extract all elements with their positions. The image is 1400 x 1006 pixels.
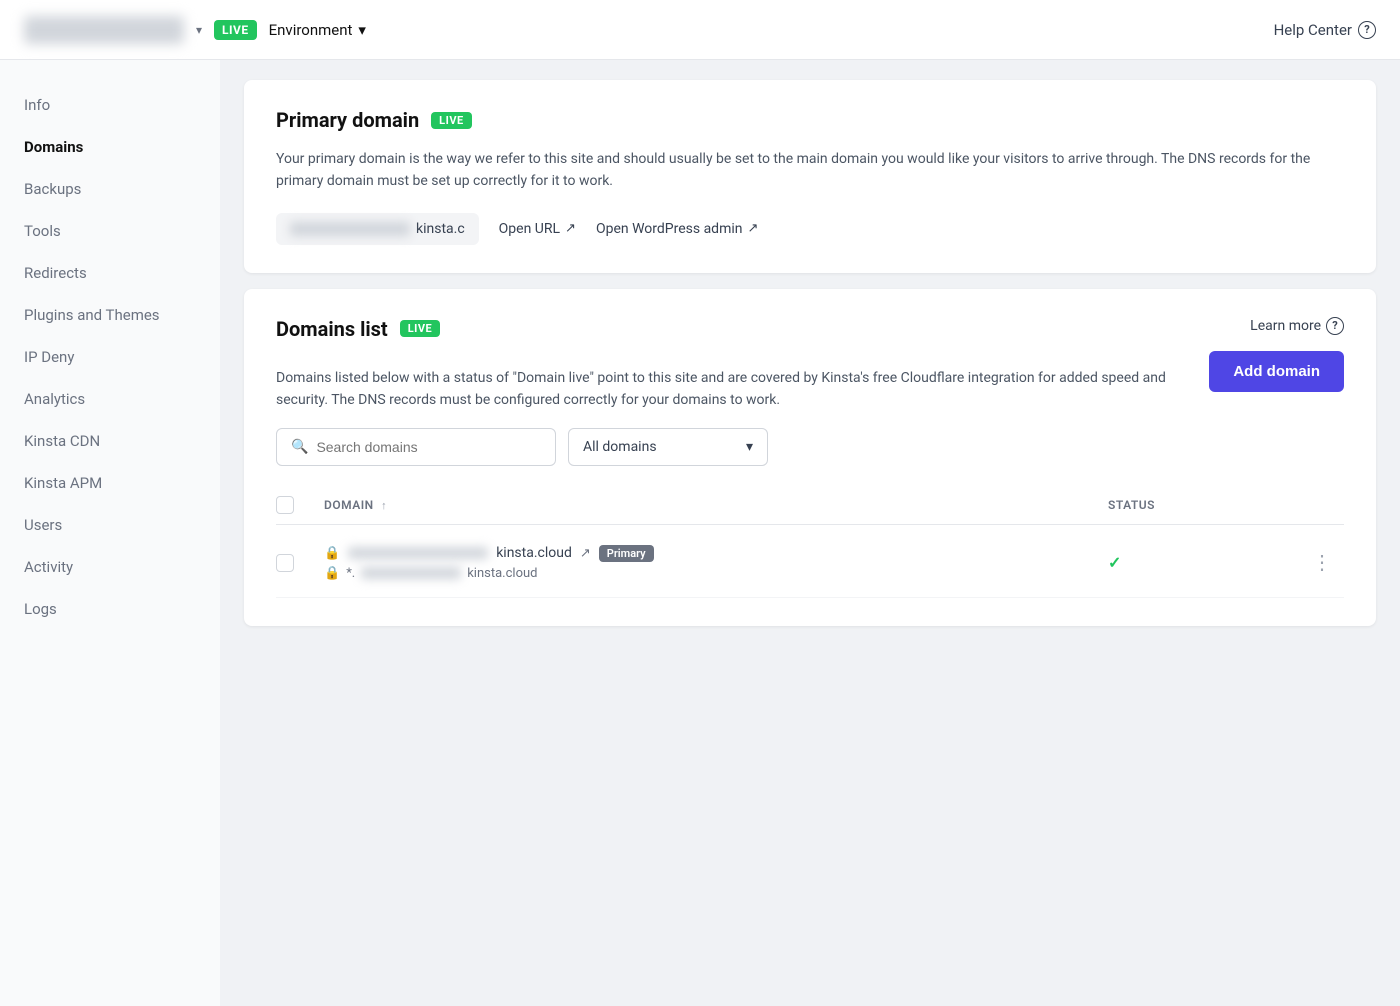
learn-more-icon: ?	[1326, 317, 1344, 335]
sidebar-item-tools[interactable]: Tools	[0, 210, 220, 252]
domains-list-card: Domains list LIVE Domains listed below w…	[244, 289, 1376, 626]
domains-list-description: Domains listed below with a status of "D…	[276, 367, 1209, 412]
wildcard-suffix: kinsta.cloud	[467, 566, 537, 581]
logo	[24, 16, 184, 44]
help-icon[interactable]: ?	[1358, 21, 1376, 39]
table-header: DOMAIN ↑ STATUS	[276, 486, 1344, 525]
open-wp-admin-label: Open WordPress admin	[596, 221, 743, 237]
open-url-label: Open URL	[499, 221, 560, 237]
sidebar-item-backups[interactable]: Backups	[0, 168, 220, 210]
domains-list-title: Domains list	[276, 317, 388, 341]
primary-domain-card: Primary domain LIVE Your primary domain …	[244, 80, 1376, 273]
sidebar-item-logs[interactable]: Logs	[0, 588, 220, 630]
domain-filter-select[interactable]: All domains ▾	[568, 428, 768, 466]
sidebar: Info Domains Backups Tools Redirects Plu…	[0, 60, 220, 1006]
sidebar-item-domains[interactable]: Domains	[0, 126, 220, 168]
primary-domain-suffix: kinsta.c	[416, 221, 465, 237]
table-header-domain[interactable]: DOMAIN ↑	[324, 498, 1092, 512]
topnav-left: ▾ LIVE Environment ▾	[24, 16, 366, 44]
sidebar-item-ip-deny[interactable]: IP Deny	[0, 336, 220, 378]
domain-item-main: 🔒 kinsta.cloud ↗ Primary	[324, 545, 1092, 562]
logo-chevron-icon[interactable]: ▾	[196, 23, 202, 37]
sidebar-item-kinsta-apm[interactable]: Kinsta APM	[0, 462, 220, 504]
primary-badge: Primary	[599, 545, 654, 562]
filter-row: 🔍 All domains ▾	[276, 428, 1344, 466]
filter-label: All domains	[583, 439, 657, 455]
sidebar-item-kinsta-cdn[interactable]: Kinsta CDN	[0, 420, 220, 462]
filter-chevron-icon: ▾	[746, 439, 753, 455]
sort-icon: ↑	[381, 499, 387, 512]
domain-suffix: kinsta.cloud	[496, 545, 572, 561]
open-url-button[interactable]: Open URL ↗	[499, 221, 576, 237]
domains-list-actions: Learn more ? Add domain	[1209, 317, 1344, 392]
domains-list-title-row: Domains list LIVE	[276, 317, 1209, 341]
wildcard-lock-icon: 🔒	[324, 566, 340, 581]
table-header-checkbox-col	[276, 496, 308, 514]
environment-selector[interactable]: Environment ▾	[269, 21, 366, 39]
primary-domain-row: kinsta.c Open URL ↗ Open WordPress admin…	[276, 213, 1344, 245]
domains-list-live-badge: LIVE	[400, 320, 441, 337]
main-content: Primary domain LIVE Your primary domain …	[220, 60, 1400, 1006]
wildcard-blur	[361, 567, 461, 579]
domain-text-blur	[348, 547, 488, 559]
help-center-label[interactable]: Help Center	[1274, 21, 1352, 39]
lock-icon: 🔒	[324, 546, 340, 561]
row-checkbox[interactable]	[276, 554, 294, 572]
sidebar-item-plugins-themes[interactable]: Plugins and Themes	[0, 294, 220, 336]
domain-actions-col: ⋮	[1304, 546, 1344, 579]
sidebar-item-info[interactable]: Info	[0, 84, 220, 126]
live-badge: LIVE	[214, 20, 257, 40]
search-input[interactable]	[316, 439, 541, 455]
domain-external-link-icon[interactable]: ↗	[580, 546, 591, 561]
primary-domain-blur	[290, 222, 410, 236]
wildcard-prefix: *.	[346, 566, 355, 581]
environment-label: Environment	[269, 21, 353, 39]
search-icon: 🔍	[291, 439, 308, 455]
select-all-checkbox[interactable]	[276, 496, 294, 514]
topnav-right: Help Center ?	[1274, 21, 1376, 39]
more-actions-button[interactable]: ⋮	[1304, 546, 1340, 579]
open-wp-admin-button[interactable]: Open WordPress admin ↗	[596, 221, 758, 237]
sidebar-item-analytics[interactable]: Analytics	[0, 378, 220, 420]
domain-item-wildcard: 🔒 *. kinsta.cloud	[324, 566, 1092, 581]
domains-list-header: Domains list LIVE Domains listed below w…	[276, 317, 1344, 412]
open-url-external-icon: ↗	[565, 221, 576, 236]
sidebar-item-redirects[interactable]: Redirects	[0, 252, 220, 294]
layout: Info Domains Backups Tools Redirects Plu…	[0, 60, 1400, 1006]
domains-list-header-left: Domains list LIVE Domains listed below w…	[276, 317, 1209, 412]
primary-domain-pill: kinsta.c	[276, 213, 479, 245]
primary-domain-title-row: Primary domain LIVE	[276, 108, 1344, 132]
row-checkbox-col	[276, 554, 308, 572]
primary-domain-description: Your primary domain is the way we refer …	[276, 148, 1344, 193]
sidebar-item-users[interactable]: Users	[0, 504, 220, 546]
environment-chevron-icon: ▾	[358, 21, 366, 39]
search-box[interactable]: 🔍	[276, 428, 556, 466]
domain-item-info: 🔒 kinsta.cloud ↗ Primary 🔒 *. kinsta.clo…	[324, 545, 1092, 581]
domain-col-label: DOMAIN	[324, 498, 374, 512]
learn-more-label: Learn more	[1250, 318, 1321, 334]
table-header-status: STATUS	[1108, 498, 1288, 512]
table-row: 🔒 kinsta.cloud ↗ Primary 🔒 *. kinsta.clo…	[276, 529, 1344, 598]
sidebar-item-activity[interactable]: Activity	[0, 546, 220, 588]
add-domain-button[interactable]: Add domain	[1209, 351, 1344, 392]
primary-domain-title: Primary domain	[276, 108, 419, 132]
primary-domain-live-badge: LIVE	[431, 112, 472, 129]
domain-status: ✓	[1108, 553, 1288, 572]
status-check-icon: ✓	[1108, 553, 1122, 572]
open-wp-admin-external-icon: ↗	[748, 221, 759, 236]
topnav: ▾ LIVE Environment ▾ Help Center ?	[0, 0, 1400, 60]
learn-more-button[interactable]: Learn more ?	[1250, 317, 1344, 335]
